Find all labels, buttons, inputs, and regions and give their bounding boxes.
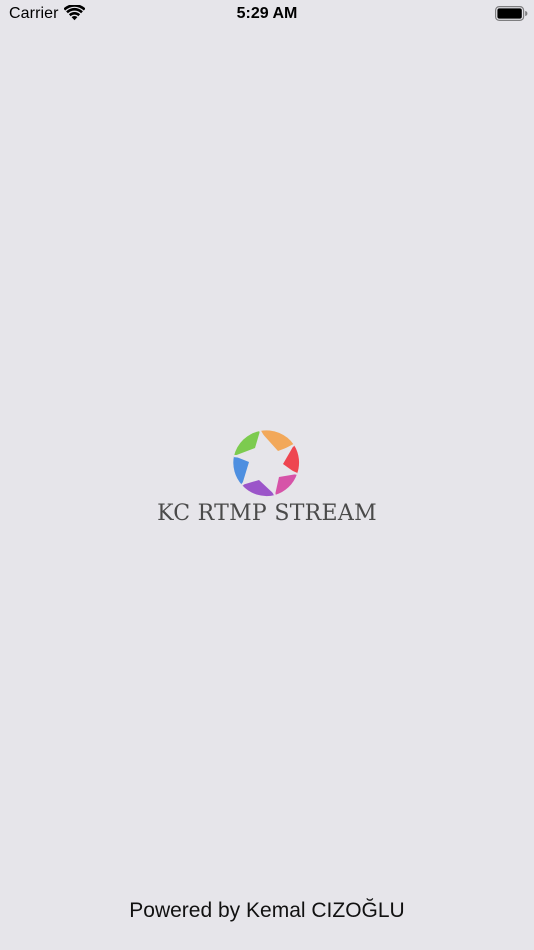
powered-by-label: Powered by Kemal CIZOĞLU <box>129 899 405 922</box>
battery-icon <box>495 6 528 21</box>
camera-shutter-icon <box>233 430 300 497</box>
clock-label: 5:29 AM <box>236 5 298 22</box>
app-logo: KC RTMP STREAM <box>150 428 384 530</box>
status-bar: Carrier 5:29 AM <box>0 0 534 28</box>
app-name-label: KC RTMP STREAM <box>157 501 377 526</box>
